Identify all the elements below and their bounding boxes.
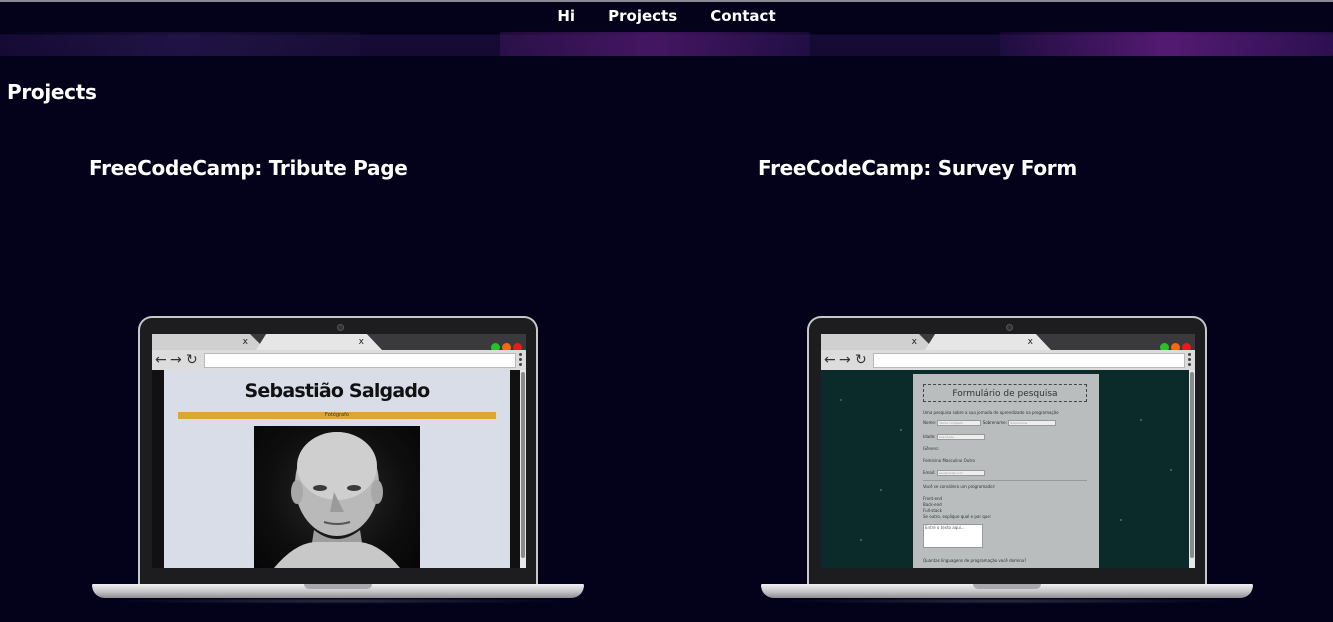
reload-icon[interactable]: ↻ <box>186 351 198 369</box>
section-title: Projects <box>7 80 97 104</box>
nav-link-contact[interactable]: Contact <box>710 7 775 25</box>
browser-toolbar: ← → ↻ <box>152 350 526 370</box>
navbar-decoration <box>0 32 360 56</box>
close-icon[interactable]: x <box>1028 337 1045 347</box>
tribute-caption: Fotógrafo <box>325 412 349 418</box>
laptop-screen: x x ← → ↻ Formulário de pesquisa Uma pes… <box>821 334 1195 568</box>
browser-toolbar: ← → ↻ <box>821 350 1195 370</box>
age-row: Idade: Sua Idade <box>923 434 985 440</box>
scrollbar[interactable] <box>520 370 526 568</box>
name-input[interactable]: Nome completo <box>937 420 982 426</box>
email-row: Email: seu@email.com <box>923 470 985 476</box>
languages-question: Quantas linguagens de programação você d… <box>923 558 1027 563</box>
project-preview-survey[interactable]: x x ← → ↻ Formulário de pesquisa Uma pes… <box>761 316 1253 606</box>
forward-arrow-icon[interactable]: → <box>839 351 851 369</box>
age-input[interactable]: Sua Idade <box>936 434 985 440</box>
gender-options[interactable]: Feminino Masculino Outro <box>923 458 975 464</box>
laptop-notch <box>973 584 1041 589</box>
survey-title: Formulário de pesquisa <box>923 384 1087 402</box>
browser-tab[interactable]: x <box>821 334 935 350</box>
browser-tabs: x x <box>152 334 526 352</box>
gender-label: Gênero: <box>923 446 939 451</box>
laptop-screen: x x ← → ↻ Sebastião Salgado Fotógrafo <box>152 334 526 568</box>
survey-background: Formulário de pesquisa Uma pesquisa sobr… <box>821 370 1189 568</box>
email-label: Email: <box>923 470 936 475</box>
laptop-camera <box>1006 324 1013 331</box>
back-arrow-icon[interactable]: ← <box>824 351 836 369</box>
browser-tab[interactable]: x <box>152 334 266 350</box>
forward-arrow-icon[interactable]: → <box>170 351 182 369</box>
tribute-background: Sebastião Salgado Fotógrafo <box>152 370 520 568</box>
navbar-decoration <box>1000 32 1333 56</box>
menu-icon[interactable] <box>1188 353 1191 368</box>
browser-tab[interactable]: x <box>925 334 1051 350</box>
survey-form: Formulário de pesquisa Uma pesquisa sobr… <box>913 374 1099 568</box>
surname-label: Sobrenome: <box>982 420 1007 425</box>
address-bar[interactable] <box>873 353 1185 368</box>
scrollbar[interactable] <box>1189 370 1195 568</box>
navbar-decoration <box>500 32 810 56</box>
laptop-shadow <box>781 598 1233 604</box>
laptop-notch <box>304 584 372 589</box>
project-preview-tribute[interactable]: x x ← → ↻ Sebastião Salgado Fotógrafo <box>92 316 584 606</box>
project-title-tribute[interactable]: FreeCodeCamp: Tribute Page <box>89 156 408 180</box>
laptop-shadow <box>112 598 564 604</box>
divider <box>923 480 1087 481</box>
dev-question: Você se considera um programador: <box>923 484 996 489</box>
browser-viewport: Sebastião Salgado Fotógrafo <box>152 370 526 568</box>
nav-link-projects[interactable]: Projects <box>608 7 677 25</box>
portrait-image <box>254 426 420 568</box>
laptop-camera <box>337 324 344 331</box>
close-icon[interactable]: x <box>359 337 376 347</box>
laptop-lid: x x ← → ↻ Formulário de pesquisa Uma pes… <box>807 316 1207 586</box>
menu-icon[interactable] <box>519 353 522 368</box>
surname-input[interactable]: Sobrenome <box>1008 420 1057 426</box>
address-bar[interactable] <box>204 353 516 368</box>
name-label: Nome: <box>923 420 937 425</box>
browser-tab[interactable]: x <box>256 334 382 350</box>
project-title-survey[interactable]: FreeCodeCamp: Survey Form <box>758 156 1077 180</box>
name-row: Nome: Nome completo Sobrenome: Sobrenome <box>923 420 1057 426</box>
reload-icon[interactable]: ↻ <box>855 351 867 369</box>
close-icon[interactable]: x <box>243 337 260 347</box>
close-icon[interactable]: x <box>912 337 929 347</box>
dev-option-other: Se outro, explique qual e por que: <box>923 514 992 519</box>
nav-links: Hi Projects Contact <box>0 6 1333 25</box>
laptop-lid: x x ← → ↻ Sebastião Salgado Fotógrafo <box>138 316 538 586</box>
laptop-base <box>761 584 1253 598</box>
scrollbar-thumb[interactable] <box>1190 372 1194 558</box>
age-label: Idade: <box>923 434 936 439</box>
email-input[interactable]: seu@email.com <box>936 470 985 476</box>
back-arrow-icon[interactable]: ← <box>155 351 167 369</box>
browser-tabs: x x <box>821 334 1195 352</box>
laptop-base <box>92 584 584 598</box>
nav-link-hi[interactable]: Hi <box>557 7 575 25</box>
explain-textarea[interactable]: Entre o texto aqui... <box>923 524 983 548</box>
tribute-heading: Sebastião Salgado <box>244 380 431 402</box>
navbar: Hi Projects Contact <box>0 2 1333 56</box>
tribute-page: Sebastião Salgado Fotógrafo <box>164 370 510 568</box>
browser-viewport: Formulário de pesquisa Uma pesquisa sobr… <box>821 370 1195 568</box>
survey-subtitle: Uma pesquisa sobre a sua jornada de apre… <box>923 410 1059 415</box>
scrollbar-thumb[interactable] <box>521 372 525 558</box>
